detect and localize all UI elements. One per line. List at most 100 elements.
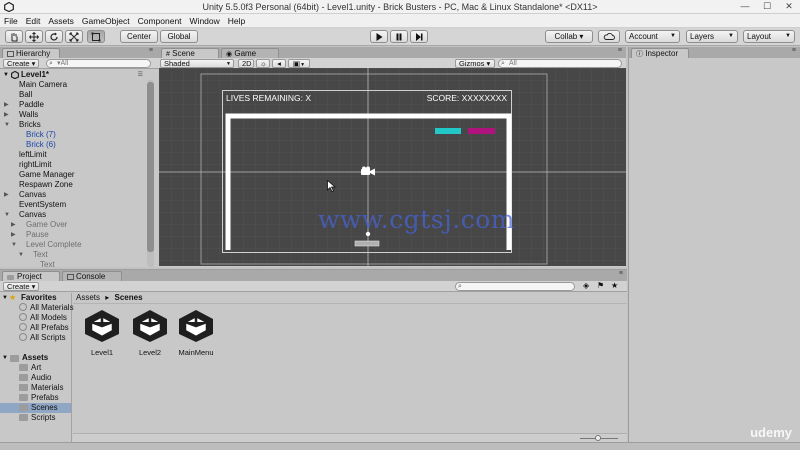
expand-arrow-icon[interactable]: ▶ [11,220,16,230]
maximize-button[interactable]: ☐ [756,0,778,14]
favorite-item[interactable]: All Scripts [19,333,71,343]
menu-gameobject[interactable]: GameObject [82,16,130,26]
hierarchy-search-input[interactable]: ⌕ ▾All [46,59,151,68]
scene-search-input[interactable]: ⌕ All [498,59,622,68]
pause-button[interactable] [390,30,408,43]
menu-assets[interactable]: Assets [48,16,74,26]
audio-toggle[interactable]: ◂ [272,59,286,68]
expand-arrow-icon[interactable]: ▼ [4,210,10,220]
panel-menu-icon[interactable]: ≡ [149,47,153,54]
expand-arrow-icon[interactable]: ▼ [3,70,9,80]
hierarchy-item[interactable]: ▶ Walls [0,110,145,120]
hierarchy-item[interactable]: EventSystem [0,200,145,210]
hierarchy-item[interactable]: Brick (6) [0,140,145,150]
hierarchy-item[interactable]: Respawn Zone [0,180,145,190]
favorite-item[interactable]: All Models [19,313,71,323]
breadcrumb-root[interactable]: Assets [76,293,100,302]
hierarchy-item[interactable]: ▶ Game Over [0,220,145,230]
project-search-input[interactable]: ⌕ [455,282,575,291]
expand-arrow-icon[interactable]: ▶ [4,110,9,120]
gizmos-dropdown[interactable]: Gizmos ▾ [455,59,495,68]
hierarchy-item[interactable]: Game Manager [0,170,145,180]
scene-asset-level2[interactable]: Level2 [126,308,174,357]
expand-arrow-icon[interactable]: ▼ [2,353,8,363]
tab-game[interactable]: ◉ Game [221,48,279,58]
step-button[interactable] [410,30,428,43]
hierarchy-item[interactable]: ▼ Level Complete [0,240,145,250]
collab-dropdown[interactable]: Collab ▾ [545,30,593,43]
filter-by-label-icon[interactable]: ⚑ [597,281,604,290]
hierarchy-item[interactable]: Main Camera [0,80,145,90]
folder-item-materials[interactable]: Materials [19,383,71,393]
expand-arrow-icon[interactable]: ▼ [4,120,10,130]
panel-menu-icon[interactable]: ≡ [792,47,796,54]
tab-console[interactable]: Console [62,271,122,281]
folder-item-art[interactable]: Art [19,363,71,373]
camera-gizmo-icon[interactable] [360,166,376,177]
tab-hierarchy[interactable]: Hierarchy [2,48,60,58]
rect-tool-button[interactable] [87,30,105,43]
favorite-item[interactable]: All Materials [19,303,74,313]
minimize-button[interactable]: — [734,0,756,14]
layers-dropdown[interactable]: Layers ▼ [686,30,738,43]
menu-component[interactable]: Component [138,16,182,26]
close-button[interactable]: ✕ [778,0,800,14]
hierarchy-item[interactable]: ▼ Bricks [0,120,145,130]
scene-menu-icon[interactable]: ☰ [138,70,143,80]
folder-item-audio[interactable]: Audio [19,373,71,383]
hierarchy-item[interactable]: Brick (7) [0,130,145,140]
hierarchy-item[interactable]: leftLimit [0,150,145,160]
favorite-star-icon[interactable]: ★ [611,281,618,290]
icon-size-slider-thumb[interactable] [595,435,601,441]
layout-dropdown[interactable]: Layout ▼ [743,30,795,43]
assets-header[interactable]: ▼ Assets [0,353,71,363]
hierarchy-scrollbar-thumb[interactable] [147,82,154,252]
space-toggle-button[interactable]: Global [160,30,198,43]
folder-item-scripts[interactable]: Scripts [19,413,71,423]
panel-menu-icon[interactable]: ≡ [619,270,623,277]
toggle-2d-button[interactable]: 2D [238,59,254,68]
favorites-header[interactable]: ▼ ★ Favorites [0,293,71,303]
shading-mode-dropdown[interactable]: Shaded ▼ [160,59,234,68]
hierarchy-item[interactable]: Ball [0,90,145,100]
account-dropdown[interactable]: Account ▼ [625,30,680,43]
tab-scene[interactable]: # Scene [161,48,219,58]
move-tool-button[interactable] [25,30,43,43]
hierarchy-item[interactable]: ▶ Pause [0,230,145,240]
menu-edit[interactable]: Edit [26,16,41,26]
tab-project[interactable]: Project [2,271,60,281]
favorite-item[interactable]: All Prefabs [19,323,71,333]
hierarchy-scrollbar[interactable] [147,80,154,267]
effects-dropdown[interactable]: ▣▼ [288,59,310,68]
expand-arrow-icon[interactable]: ▼ [18,250,24,260]
hierarchy-scene-row[interactable]: ▼ Level1* ☰ [0,70,145,80]
hierarchy-item[interactable]: rightLimit [0,160,145,170]
menu-help[interactable]: Help [228,16,245,26]
hierarchy-item[interactable]: ▶ Paddle [0,100,145,110]
hierarchy-item[interactable]: ▼ Canvas [0,210,145,220]
tab-inspector[interactable]: ⓘ Inspector [631,48,689,58]
menu-file[interactable]: File [4,16,18,26]
expand-arrow-icon[interactable]: ▼ [2,293,8,303]
hand-tool-button[interactable] [5,30,23,43]
lighting-toggle[interactable]: ☼ [256,59,270,68]
menu-window[interactable]: Window [190,16,220,26]
hierarchy-item[interactable]: ▼ Text [0,250,145,260]
scene-asset-mainmenu[interactable]: MainMenu [172,308,220,357]
expand-arrow-icon[interactable]: ▼ [11,240,17,250]
folder-item-prefabs[interactable]: Prefabs [19,393,71,403]
play-button[interactable] [370,30,388,43]
breadcrumb-current[interactable]: Scenes [115,293,143,302]
expand-arrow-icon[interactable]: ▶ [11,230,16,240]
hierarchy-create-button[interactable]: Create ▾ [3,59,40,68]
filter-by-type-icon[interactable]: ◈ [583,281,589,290]
expand-arrow-icon[interactable]: ▶ [4,190,9,200]
project-create-button[interactable]: Create ▾ [3,282,40,291]
expand-arrow-icon[interactable]: ▶ [4,100,9,110]
pivot-toggle-button[interactable]: Center [120,30,158,43]
scene-asset-level1[interactable]: Level1 [78,308,126,357]
cloud-button[interactable] [598,30,620,43]
hierarchy-item[interactable]: ▶ Canvas [0,190,145,200]
panel-menu-icon[interactable]: ≡ [618,47,622,54]
scale-tool-button[interactable] [65,30,83,43]
